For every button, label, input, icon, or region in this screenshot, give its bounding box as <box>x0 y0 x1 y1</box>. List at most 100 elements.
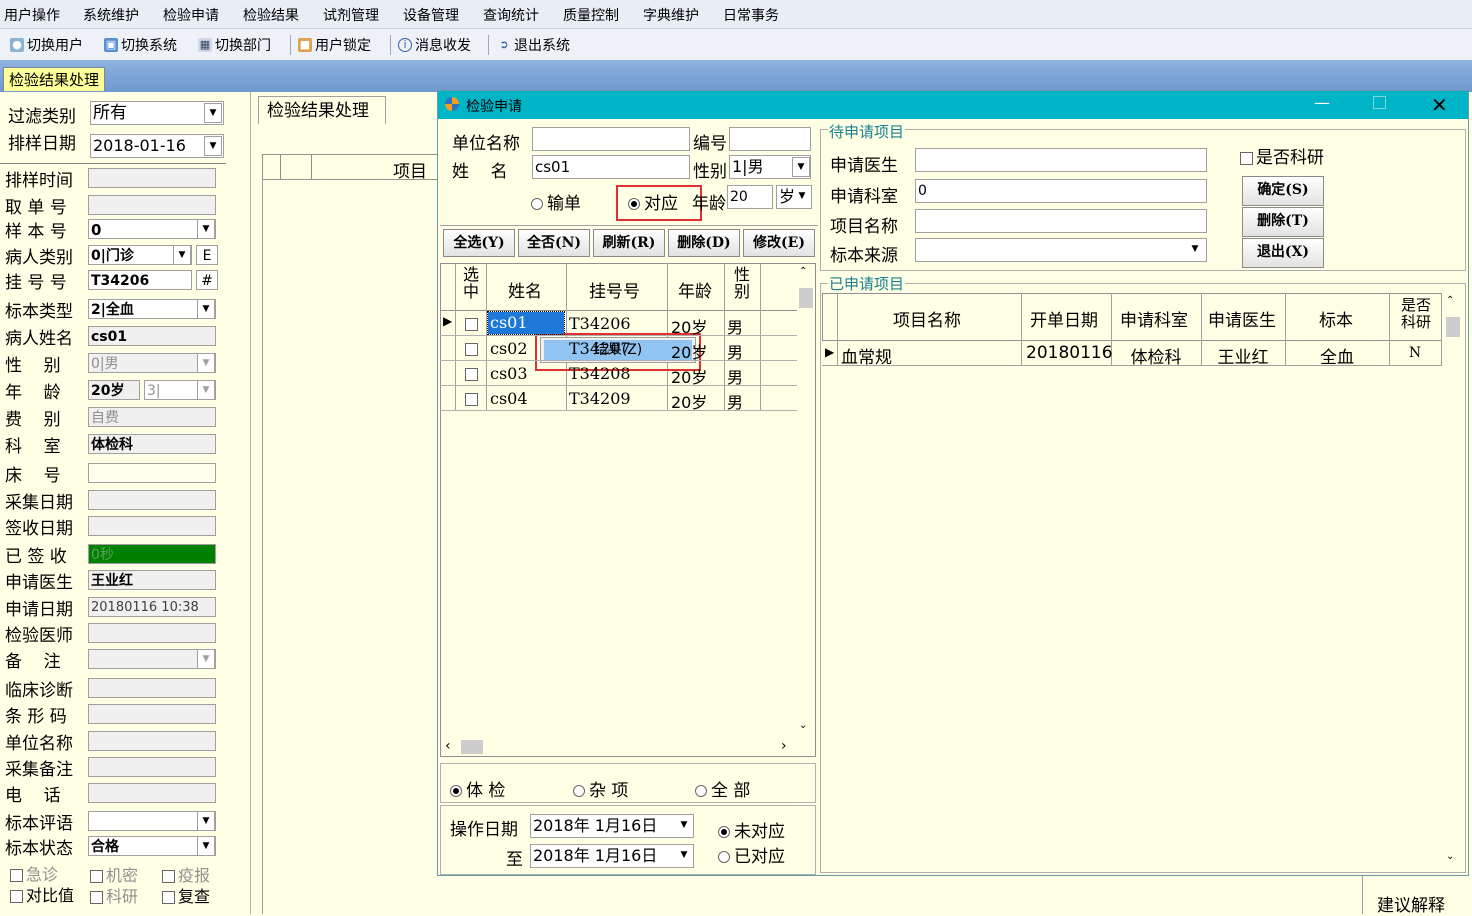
switch-user-button[interactable]: ● 切换用户 <box>10 35 83 55</box>
patient-type-extra-button[interactable]: E <box>196 245 218 265</box>
name-input[interactable]: cs01 <box>532 155 690 179</box>
scroll-right-icon[interactable]: › <box>781 738 787 754</box>
dialog-titlebar[interactable]: 检验申请 — ✕ <box>438 91 1468 119</box>
applied-vertical-scrollbar[interactable]: ⌃ ⌄ <box>1444 295 1462 871</box>
chevron-down-icon[interactable]: ▼ <box>197 353 215 373</box>
chevron-down-icon[interactable]: ▼ <box>204 136 222 156</box>
pending-item-input[interactable] <box>915 209 1207 233</box>
sort-time-field[interactable] <box>88 168 216 188</box>
vertical-scrollbar[interactable]: ⌃ ⌄ <box>797 264 815 738</box>
row-checkbox[interactable] <box>465 393 478 406</box>
signed-field[interactable]: 0秒 <box>88 544 216 564</box>
chevron-down-icon[interactable]: ▼ <box>197 219 215 239</box>
chevron-down-icon[interactable]: ▼ <box>197 836 215 856</box>
select-all-button[interactable]: 全选(Y) <box>443 229 515 257</box>
patient-name-field[interactable]: cs01 <box>88 326 216 346</box>
tab-result-processing[interactable]: 检验结果处理 <box>3 67 106 91</box>
to-date-picker[interactable]: 2018年 1月16日 <box>530 844 694 868</box>
minimize-icon[interactable]: — <box>1314 93 1330 112</box>
radio-unmatched[interactable]: 未对应 <box>718 817 785 842</box>
age-field[interactable]: 20岁 <box>88 380 140 400</box>
chevron-down-icon[interactable]: ▼ <box>794 187 810 207</box>
user-lock-button[interactable]: ■ 用户锁定 <box>298 35 371 55</box>
code-input[interactable] <box>729 127 811 151</box>
compare-checkbox[interactable]: 对比值 <box>10 882 74 906</box>
row-checkbox[interactable] <box>465 318 478 331</box>
chevron-down-icon[interactable]: ▼ <box>675 846 693 866</box>
radio-matched[interactable]: 已对应 <box>718 842 785 867</box>
messages-button[interactable]: i 消息收发 <box>398 35 471 55</box>
horizontal-scrollbar[interactable]: ‹ › <box>441 738 797 756</box>
close-icon[interactable]: ✕ <box>1431 93 1448 117</box>
pending-delete-button[interactable]: 删除(T) <box>1242 207 1324 237</box>
exit-button[interactable]: 退出(X) <box>1242 238 1324 268</box>
chevron-down-icon[interactable]: ▼ <box>1186 240 1204 260</box>
phone-field[interactable] <box>88 783 216 803</box>
chevron-down-icon[interactable]: ▼ <box>675 816 693 836</box>
chevron-down-icon[interactable]: ▼ <box>197 649 215 669</box>
exit-system-button[interactable]: ➲ 退出系统 <box>497 35 570 55</box>
select-none-button[interactable]: 全否(N) <box>518 229 590 257</box>
menu-system[interactable]: 系统维护 <box>83 5 139 25</box>
tab-mid-result[interactable]: 检验结果处理 <box>258 96 386 124</box>
reg-no-extra-button[interactable]: # <box>196 270 218 290</box>
menu-daily[interactable]: 日常事务 <box>723 5 779 25</box>
chevron-down-icon[interactable]: ▼ <box>197 811 215 831</box>
scroll-down-icon[interactable]: ⌄ <box>799 720 807 731</box>
scroll-thumb[interactable] <box>1446 317 1460 337</box>
research-checkbox-dialog[interactable]: 是否科研 <box>1240 143 1324 168</box>
table-row[interactable] <box>822 341 1442 365</box>
scroll-thumb[interactable] <box>461 740 483 754</box>
menu-result[interactable]: 检验结果 <box>243 5 299 25</box>
research-checkbox[interactable]: 科研 <box>90 883 138 907</box>
delete-button[interactable]: 删除(D) <box>668 229 740 257</box>
radio-misc[interactable]: 杂 项 <box>573 776 628 801</box>
scroll-thumb[interactable] <box>799 288 813 308</box>
switch-dept-button[interactable]: ▦ 切换部门 <box>198 35 271 55</box>
company-field[interactable] <box>88 731 216 751</box>
scroll-left-icon[interactable]: ‹ <box>445 738 451 754</box>
company-input[interactable] <box>532 127 690 151</box>
switch-system-button[interactable]: ▣ 切换系统 <box>104 35 177 55</box>
department-field[interactable]: 体检科 <box>88 434 216 454</box>
refresh-button[interactable]: 刷新(R) <box>593 229 665 257</box>
scroll-up-icon[interactable]: ⌃ <box>1446 295 1454 306</box>
menu-query[interactable]: 查询统计 <box>483 5 539 25</box>
collect-remark-field[interactable] <box>88 757 216 777</box>
menu-dict[interactable]: 字典维护 <box>643 5 699 25</box>
menu-user-ops[interactable]: 用户操作 <box>4 5 60 25</box>
chevron-down-icon[interactable]: ▼ <box>197 380 215 400</box>
chevron-down-icon[interactable]: ▼ <box>792 157 810 177</box>
receipt-date-field[interactable] <box>88 516 216 536</box>
pending-doctor-input[interactable] <box>915 148 1207 172</box>
fee-type-field[interactable]: 自费 <box>88 407 216 427</box>
collect-date-field[interactable] <box>88 490 216 510</box>
row-checkbox[interactable] <box>465 343 478 356</box>
radio-all[interactable]: 全 部 <box>695 776 750 801</box>
req-date-field[interactable]: 20180116 10:38 <box>88 597 216 617</box>
age-input[interactable]: 20 <box>727 185 773 209</box>
pending-dept-input[interactable]: 0 <box>915 179 1207 203</box>
menu-reagent[interactable]: 试剂管理 <box>323 5 379 25</box>
scroll-down-icon[interactable]: ⌄ <box>1446 851 1454 862</box>
radio-input-mode[interactable]: 输单 <box>531 189 581 214</box>
pending-source-select[interactable] <box>915 238 1207 262</box>
lab-doctor-field[interactable] <box>88 623 216 643</box>
barcode-field[interactable] <box>88 704 216 724</box>
req-doctor-field[interactable]: 王业红 <box>88 570 216 590</box>
scroll-up-icon[interactable]: ⌃ <box>799 266 807 277</box>
bed-no-field[interactable] <box>88 463 216 483</box>
recheck-checkbox[interactable]: 复查 <box>162 883 210 907</box>
chevron-down-icon[interactable]: ▼ <box>197 299 215 319</box>
modify-button[interactable]: 修改(E) <box>743 229 815 257</box>
reg-no-field[interactable]: T34206 <box>88 270 192 290</box>
op-date-picker[interactable]: 2018年 1月16日 <box>530 814 694 838</box>
menu-request[interactable]: 检验申请 <box>163 5 219 25</box>
chevron-down-icon[interactable]: ▼ <box>173 245 191 265</box>
menu-equipment[interactable]: 设备管理 <box>403 5 459 25</box>
diagnosis-field[interactable] <box>88 678 216 698</box>
confirm-button[interactable]: 确定(S) <box>1242 176 1324 206</box>
chevron-down-icon[interactable]: ▼ <box>204 103 222 123</box>
row-checkbox[interactable] <box>465 368 478 381</box>
maximize-icon[interactable] <box>1373 96 1386 109</box>
